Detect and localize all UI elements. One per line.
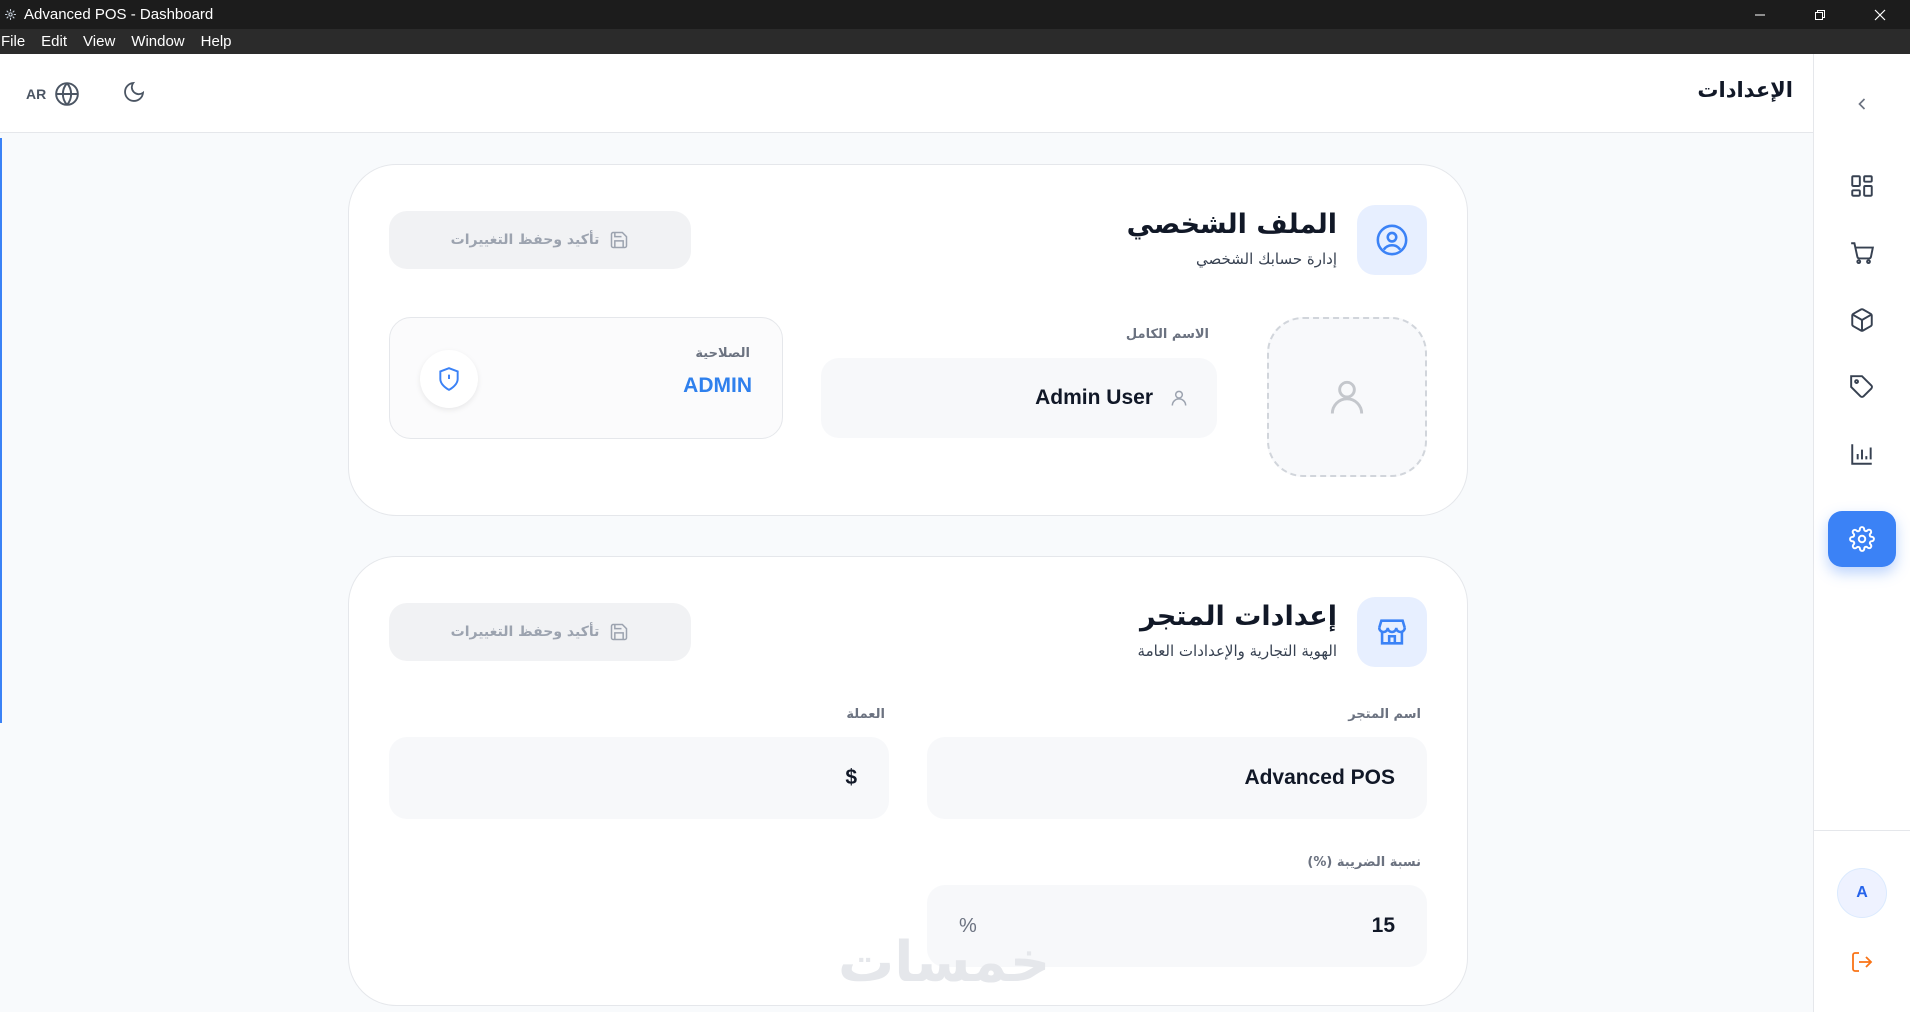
- theme-toggle[interactable]: [122, 80, 146, 108]
- store-name-input[interactable]: Advanced POS: [927, 737, 1427, 819]
- sidebar-collapse-button[interactable]: [1852, 94, 1872, 118]
- close-icon: [1874, 9, 1886, 20]
- currency-label: العملة: [846, 707, 885, 722]
- user-icon: [1330, 380, 1364, 414]
- sidebar-item-sales[interactable]: [1828, 225, 1896, 281]
- page-title: الإعدادات: [1697, 78, 1793, 102]
- app-icon: [2, 7, 18, 23]
- shield-icon: [439, 367, 459, 391]
- store-name-value: Advanced POS: [1244, 766, 1395, 789]
- currency-input[interactable]: $: [389, 737, 889, 819]
- restore-button[interactable]: [1790, 0, 1850, 29]
- window-title: Advanced POS - Dashboard: [24, 6, 214, 23]
- moon-icon: [124, 81, 145, 102]
- store-save-label: تأكيد وحفظ التغييرات: [450, 624, 600, 640]
- menu-window[interactable]: Window: [131, 33, 192, 50]
- store-name-label: اسم المتجر: [1348, 707, 1421, 722]
- dashboard-icon: [1851, 175, 1873, 197]
- profile-save-label: تأكيد وحفظ التغييرات: [450, 232, 600, 248]
- sidebar-item-settings[interactable]: [1828, 511, 1896, 567]
- sidebar-divider: [1814, 830, 1910, 831]
- language-toggle[interactable]: AR: [26, 81, 80, 107]
- menu-help[interactable]: Help: [201, 33, 240, 50]
- chart-icon: [1851, 444, 1872, 465]
- store-save-button[interactable]: تأكيد وحفظ التغييرات: [389, 603, 691, 661]
- profile-card: الملف الشخصي إدارة حسابك الشخصي تأكيد وح…: [348, 164, 1468, 516]
- full-name-value: Admin User: [1035, 386, 1153, 409]
- sidebar: A: [1813, 54, 1910, 1012]
- full-name-input[interactable]: Admin User: [821, 358, 1217, 438]
- store-subtitle: الهوية التجارية والإعدادات العامة: [1137, 642, 1337, 660]
- sidebar-item-dashboard[interactable]: [1828, 158, 1896, 214]
- user-icon: [1171, 390, 1187, 406]
- language-label: AR: [26, 86, 47, 102]
- tag-icon: [1850, 375, 1873, 398]
- settings-icon: [1849, 526, 1875, 552]
- role-label: الصلاحية: [695, 346, 750, 361]
- full-name-label: الاسم الكامل: [1125, 327, 1209, 342]
- role-display: الصلاحية ADMIN: [389, 317, 783, 439]
- tax-rate-label: نسبة الضريبة (%): [1307, 855, 1421, 870]
- sidebar-item-categories[interactable]: [1828, 359, 1896, 415]
- sidebar-item-products[interactable]: [1828, 292, 1896, 348]
- save-icon: [611, 231, 628, 249]
- tax-rate-value: 15: [1371, 914, 1395, 937]
- profile-title: الملف الشخصي: [1126, 209, 1337, 240]
- menu-bar: File Edit View Window Help: [0, 29, 1910, 54]
- left-accent-line: [0, 138, 2, 723]
- profile-save-button[interactable]: تأكيد وحفظ التغييرات: [389, 211, 691, 269]
- role-value: ADMIN: [683, 374, 752, 397]
- watermark: خمسات: [838, 930, 1051, 995]
- page-header: AR الإعدادات: [0, 54, 1813, 133]
- chevron-left-icon: [1858, 98, 1866, 110]
- save-icon: [611, 623, 628, 641]
- currency-value: $: [845, 766, 857, 789]
- cart-icon: [1851, 242, 1875, 265]
- profile-subtitle: إدارة حسابك الشخصي: [1195, 250, 1337, 268]
- profile-icon-box: [1357, 205, 1427, 275]
- logout-button[interactable]: [1850, 950, 1874, 978]
- close-window-button[interactable]: [1850, 0, 1910, 29]
- store-icon: [1377, 619, 1407, 645]
- package-icon: [1851, 308, 1873, 332]
- menu-edit[interactable]: Edit: [41, 33, 75, 50]
- menu-view[interactable]: View: [83, 33, 123, 50]
- restore-icon: [1815, 9, 1825, 20]
- minimize-button[interactable]: [1730, 0, 1790, 29]
- shield-badge: [420, 350, 478, 408]
- avatar-upload[interactable]: [1267, 317, 1427, 477]
- menu-file[interactable]: File: [0, 33, 33, 50]
- minimize-icon: [1755, 14, 1765, 15]
- globe-icon: [55, 82, 80, 106]
- store-title: إعدادات المتجر: [1140, 601, 1337, 632]
- store-icon-box: [1357, 597, 1427, 667]
- user-circle-icon: [1376, 224, 1408, 256]
- logout-icon: [1852, 952, 1873, 972]
- window-title-bar: Advanced POS - Dashboard: [0, 0, 1910, 29]
- sidebar-item-reports[interactable]: [1828, 426, 1896, 482]
- user-avatar[interactable]: A: [1837, 868, 1887, 918]
